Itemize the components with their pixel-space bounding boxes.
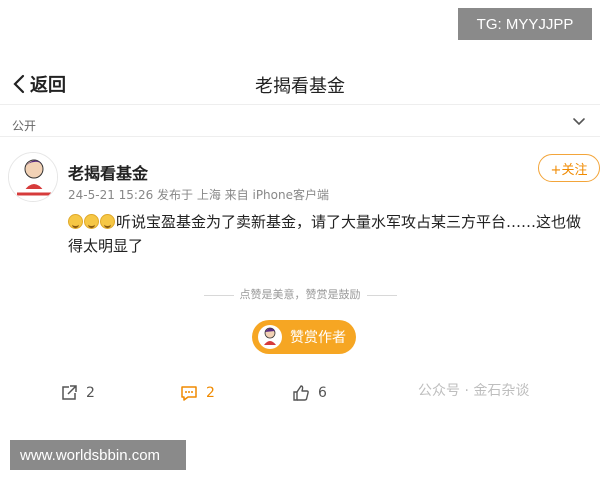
follow-button[interactable]: +关注 bbox=[538, 154, 600, 182]
post-body: 听说宝盈基金为了卖新基金，请了大量水军攻占某三方平台……这也做得太明显了 bbox=[68, 213, 582, 255]
laugh-cry-emoji-icon bbox=[84, 214, 99, 229]
reward-hint: 点赞是美意，赞赏是鼓励 bbox=[0, 286, 600, 302]
share-icon bbox=[62, 385, 77, 400]
divider bbox=[203, 294, 234, 296]
comment-count: 2 bbox=[206, 385, 215, 401]
divider bbox=[366, 294, 397, 296]
chevron-down-icon[interactable] bbox=[572, 114, 586, 128]
reward-author-button[interactable]: 赞赏作者 bbox=[252, 320, 356, 354]
divider bbox=[0, 104, 600, 105]
avatar[interactable] bbox=[8, 152, 58, 202]
page-title: 老揭看基金 bbox=[255, 76, 345, 97]
like-button[interactable]: 6 bbox=[292, 384, 327, 402]
wechat-watermark: 公众号 · 金石杂谈 bbox=[418, 383, 530, 399]
laugh-cry-emoji-icon bbox=[68, 214, 83, 229]
reward-hint-text: 点赞是美意，赞赏是鼓励 bbox=[239, 288, 361, 301]
author-name[interactable]: 老揭看基金 bbox=[68, 160, 148, 184]
nav-bar: 返回 老揭看基金 bbox=[0, 68, 600, 100]
post-text: 听说宝盈基金为了卖新基金，请了大量水军攻占某三方平台……这也做得太明显了 bbox=[68, 210, 588, 258]
repost-count: 2 bbox=[86, 385, 95, 401]
laugh-cry-emoji-icon bbox=[100, 214, 115, 229]
watermark-site-label: www.worldsbbin.com bbox=[10, 440, 186, 470]
comment-icon bbox=[181, 386, 197, 401]
reward-button-label: 赞赏作者 bbox=[290, 330, 346, 346]
post-meta: 24-5-21 15:26 发布于 上海 来自 iPhone客户端 bbox=[68, 188, 329, 202]
thumbs-up-icon bbox=[293, 385, 309, 401]
avatar bbox=[258, 325, 282, 349]
comment-button[interactable]: 2 bbox=[180, 384, 215, 402]
like-count: 6 bbox=[318, 385, 327, 401]
visibility-label: 公开 bbox=[12, 119, 37, 133]
repost-button[interactable]: 2 bbox=[60, 384, 95, 402]
divider bbox=[0, 136, 600, 137]
watermark-tg-label: TG: MYYJJPP bbox=[458, 8, 592, 40]
